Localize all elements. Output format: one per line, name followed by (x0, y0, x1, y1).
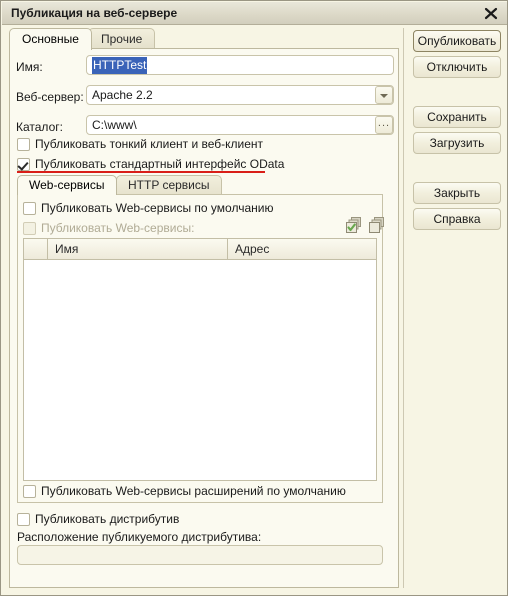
checkbox-publish-distributive[interactable]: Публиковать дистрибутив (17, 511, 179, 527)
tab-web-services[interactable]: Web-сервисы (17, 175, 117, 195)
catalog-input[interactable]: C:\www\ (86, 115, 394, 135)
column-header-name[interactable]: Имя (48, 239, 228, 259)
checkbox-box (23, 201, 36, 215)
catalog-label: Каталог: (16, 120, 63, 134)
column-header-address[interactable]: Адрес (228, 239, 376, 259)
save-button[interactable]: Сохранить (413, 106, 501, 128)
checkbox-label: Публиковать тонкий клиент и веб-клиент (35, 137, 264, 151)
title-bar: Публикация на веб-сервере (2, 2, 507, 25)
checkbox-box (17, 512, 30, 526)
checkbox-label: Публиковать Web-сервисы: (41, 221, 195, 235)
name-label: Имя: (16, 60, 43, 74)
checkbox-box (23, 221, 36, 235)
window-title: Публикация на веб-сервере (11, 6, 178, 20)
odata-highlight-underline (17, 171, 265, 173)
publish-button[interactable]: Опубликовать (413, 30, 501, 52)
tab-osnovnye[interactable]: Основные (9, 28, 92, 50)
tab-prochie[interactable]: Прочие (88, 28, 156, 49)
checkbox-publish-thin-client[interactable]: Публиковать тонкий клиент и веб-клиент (17, 136, 263, 152)
checkbox-box (17, 157, 30, 171)
checkbox-label: Публиковать стандартный интерфейс OData (35, 157, 285, 171)
table-header-row: Имя Адрес (24, 239, 376, 260)
ellipsis-icon[interactable]: ... (375, 116, 393, 134)
checkbox-publish-ws-list[interactable]: Публиковать Web-сервисы: (23, 220, 194, 236)
checkbox-publish-ws-default[interactable]: Публиковать Web-сервисы по умолчанию (23, 200, 273, 216)
services-tab-strip: Web-сервисы HTTP сервисы (17, 175, 383, 195)
check-all-layers-icon[interactable] (345, 216, 363, 234)
close-icon[interactable] (482, 5, 500, 22)
disconnect-button[interactable]: Отключить (413, 56, 501, 78)
ellipsis-glyph: ... (377, 117, 391, 129)
column-header-marker[interactable] (24, 239, 48, 259)
distributive-location-input[interactable] (17, 545, 383, 565)
distributive-location-label: Расположение публикуемого дистрибутива: (17, 530, 262, 544)
tab-http-services[interactable]: HTTP сервисы (116, 175, 222, 195)
close-button[interactable]: Закрыть (413, 182, 501, 204)
chevron-down-icon[interactable] (375, 86, 393, 104)
help-button[interactable]: Справка (413, 208, 501, 230)
checkbox-label: Публиковать дистрибутив (35, 512, 180, 526)
checkbox-publish-extensions-default[interactable]: Публиковать Web-сервисы расширений по ум… (23, 483, 346, 499)
checkbox-box (17, 137, 30, 151)
load-button[interactable]: Загрузить (413, 132, 501, 154)
webserver-input[interactable]: Apache 2.2 (86, 85, 394, 105)
panel-divider (403, 28, 404, 588)
checkbox-label: Публиковать Web-сервисы расширений по ум… (41, 484, 346, 498)
webserver-label: Веб-сервер: (16, 90, 84, 104)
layers-icon[interactable] (368, 216, 386, 234)
checkbox-box (23, 484, 36, 498)
name-input-value: HTTPTest (92, 57, 148, 74)
main-tab-strip: Основные Прочие (9, 28, 399, 50)
table-body[interactable] (24, 260, 376, 480)
publication-dialog: Публикация на веб-сервере Основные Прочи… (0, 0, 508, 596)
web-services-table[interactable]: Имя Адрес (23, 238, 377, 481)
name-input[interactable]: HTTPTest (86, 55, 394, 75)
checkbox-publish-odata[interactable]: Публиковать стандартный интерфейс OData (17, 156, 284, 172)
checkbox-label: Публиковать Web-сервисы по умолчанию (41, 201, 274, 215)
